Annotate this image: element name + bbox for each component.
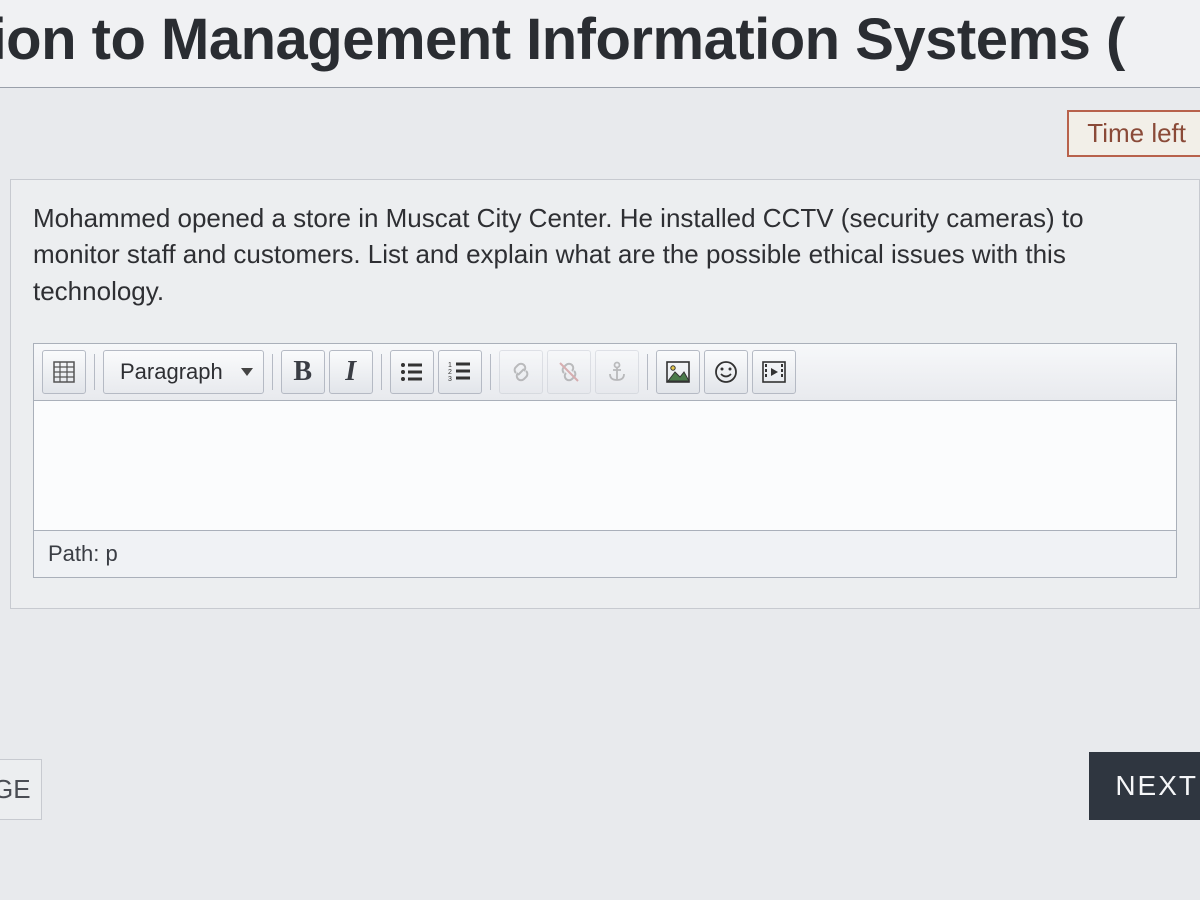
insert-media-button[interactable] <box>752 350 796 394</box>
image-icon <box>666 361 690 383</box>
editor-toolbar: Paragraph B I <box>34 344 1176 401</box>
numbered-list-button[interactable]: 1 2 3 <box>438 350 482 394</box>
unlink-icon <box>557 360 581 384</box>
toolbar-separator <box>272 354 273 390</box>
previous-page-button[interactable]: GE <box>0 759 42 820</box>
question-text: Mohammed opened a store in Muscat City C… <box>33 200 1177 309</box>
toggle-toolbar-button[interactable] <box>42 350 86 394</box>
svg-text:2: 2 <box>448 369 452 376</box>
insert-image-button[interactable] <box>656 350 700 394</box>
toolbar-separator <box>490 354 491 390</box>
nav-row: GE NEXT <box>0 752 1200 820</box>
anchor-icon <box>606 361 628 383</box>
numbered-list-icon: 1 2 3 <box>448 361 472 383</box>
page-title: ction to Management Information Systems … <box>0 6 1200 73</box>
toolbar-separator <box>647 354 648 390</box>
format-select[interactable]: Paragraph <box>103 350 264 394</box>
toolbar-separator <box>94 354 95 390</box>
editor-path-bar: Path: p <box>34 531 1176 577</box>
italic-button[interactable]: I <box>329 350 373 394</box>
bullet-list-button[interactable] <box>390 350 434 394</box>
smiley-icon <box>714 360 738 384</box>
svg-text:3: 3 <box>448 376 452 383</box>
italic-icon: I <box>345 356 356 388</box>
insert-emoji-button[interactable] <box>704 350 748 394</box>
time-left-box: Time left <box>1067 110 1200 157</box>
toolbar-separator <box>381 354 382 390</box>
bold-icon: B <box>293 356 312 388</box>
bold-button[interactable]: B <box>281 350 325 394</box>
chevron-down-icon <box>241 368 253 376</box>
unlink-button[interactable] <box>547 350 591 394</box>
page-header: ction to Management Information Systems … <box>0 0 1200 88</box>
anchor-button[interactable] <box>595 350 639 394</box>
grid-icon <box>53 361 75 383</box>
link-button[interactable] <box>499 350 543 394</box>
media-icon <box>762 361 786 383</box>
editor-content-area[interactable] <box>34 401 1176 531</box>
rich-text-editor: Paragraph B I <box>33 343 1177 578</box>
link-icon <box>509 360 533 384</box>
question-panel: Mohammed opened a store in Muscat City C… <box>10 179 1200 609</box>
next-page-button[interactable]: NEXT <box>1089 752 1200 820</box>
timer-row: Time left <box>0 88 1200 179</box>
svg-text:1: 1 <box>448 362 452 369</box>
format-select-label: Paragraph <box>120 359 223 385</box>
bullet-list-icon <box>400 361 424 383</box>
